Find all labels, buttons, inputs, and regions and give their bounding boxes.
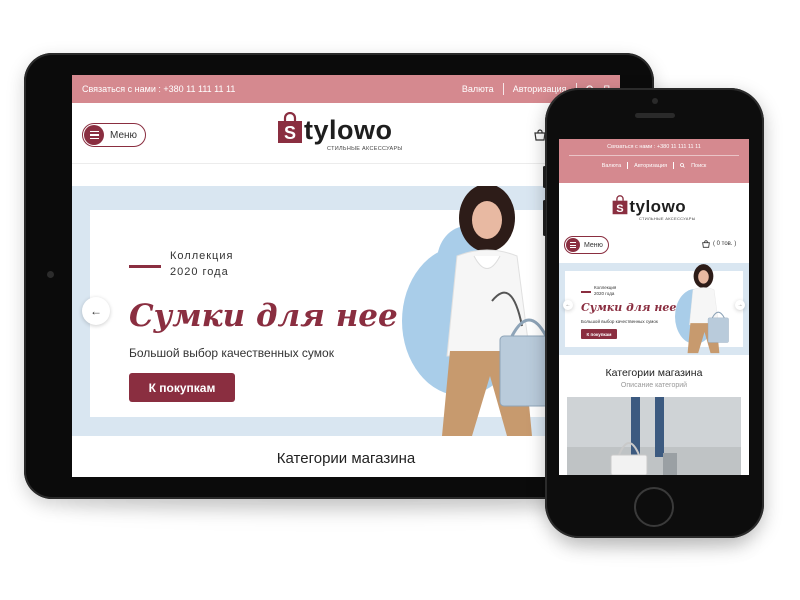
arrow-left-icon: ← [90,304,102,318]
prev-slide-button[interactable]: ← [82,297,110,325]
phone-logo[interactable]: S tylowo СТИЛЬНЫЕ АКСЕССУАРЫ [603,195,696,221]
hero-title: Сумки для нее [129,298,398,334]
hamburger-icon [566,238,580,252]
logo-text: tylowo [629,197,687,216]
menu-button[interactable]: Меню [82,123,147,147]
arrow-left-icon: ← [565,302,571,308]
phone-currency-link[interactable]: Валюта [602,163,621,169]
category-image[interactable] [567,397,741,475]
shopping-bag-logo-icon: S [612,195,628,215]
cart-status: ( 0 тов. ) [713,241,737,247]
shop-now-button[interactable]: К покупкам [581,329,617,339]
prev-slide-button[interactable]: ← [563,300,573,310]
collection-line-2: 2020 года [170,266,229,278]
phone-search-link[interactable]: Поиск [691,163,706,169]
collection-line-1: Коллекция [594,285,617,290]
logo-text: tylowo [304,115,393,145]
hero-subtitle: Большой выбор качественных сумок [581,319,658,324]
tablet-header: Меню S tylowo СТИЛЬНЫЕ АКСЕССУАРЫ [72,103,620,164]
phone-screen: Связаться с нами : +380 11 111 11 11 Вал… [559,139,749,475]
categories-title: Категории магазина [605,367,703,379]
phone-device: Связаться с нами : +380 11 111 11 11 Вал… [543,88,764,538]
login-link[interactable]: Авторизация [513,84,567,94]
phone-side-button [543,200,546,236]
phone-cart[interactable]: ( 0 тов. ) [702,240,736,248]
divider [627,162,629,169]
phone-front-camera [652,98,658,104]
phone-hero-banner: Коллекция 2020 года Сумки для нее Большо… [559,263,749,355]
svg-text:S: S [284,123,296,143]
shop-now-button[interactable]: К покупкам [129,373,235,402]
logo-tagline: СТИЛЬНЫЕ АКСЕССУАРЫ [639,216,696,221]
collection-dash [581,291,591,293]
collection-line-2: 2020 года [594,291,615,296]
divider [673,162,675,169]
hero-title: Сумки для нее [581,301,677,314]
phone-speaker [635,113,675,118]
home-button[interactable] [634,487,674,527]
arrow-right-icon: → [737,302,743,308]
tablet-camera [47,271,54,278]
logo[interactable]: S tylowo СТИЛЬНЫЕ АКСЕССУАРЫ [267,112,403,152]
categories-title: Категории магазина [276,450,416,467]
hero-banner: Коллекция 2020 года Сумки для нее Большо… [72,186,620,436]
currency-link[interactable]: Валюта [462,84,494,94]
collection-dash [129,265,161,268]
collection-line-1: Коллекция [170,250,234,262]
menu-label: Меню [584,241,603,249]
tablet-screen: Связаться с нами : +380 11 111 11 11 Вал… [72,75,620,477]
cart-icon [702,240,710,248]
logo-tagline: СТИЛЬНЫЕ АКСЕССУАРЫ [327,146,403,152]
search-icon[interactable] [680,163,685,168]
hero-model-image [687,264,729,354]
menu-label: Меню [110,129,138,141]
divider [502,83,504,95]
phone-side-button [543,166,546,188]
phone-contact-info[interactable]: Связаться с нами : +380 11 111 11 11 [559,139,749,150]
contact-info[interactable]: Связаться с нами : +380 11 111 11 11 [82,84,235,94]
hamburger-icon [84,125,104,145]
phone-top-bar: Связаться с нами : +380 11 111 11 11 Вал… [559,139,749,183]
categories-subtitle: Описание категорий [620,382,688,389]
phone-login-link[interactable]: Авторизация [634,163,667,169]
next-slide-button[interactable]: → [735,300,745,310]
hero-subtitle: Большой выбор качественных сумок [129,346,334,360]
phone-menu-button[interactable]: Меню [564,236,609,254]
shopping-bag-logo-icon: S [278,112,303,143]
tablet-top-bar: Связаться с нами : +380 11 111 11 11 Вал… [72,75,620,103]
svg-text:S: S [617,203,624,215]
